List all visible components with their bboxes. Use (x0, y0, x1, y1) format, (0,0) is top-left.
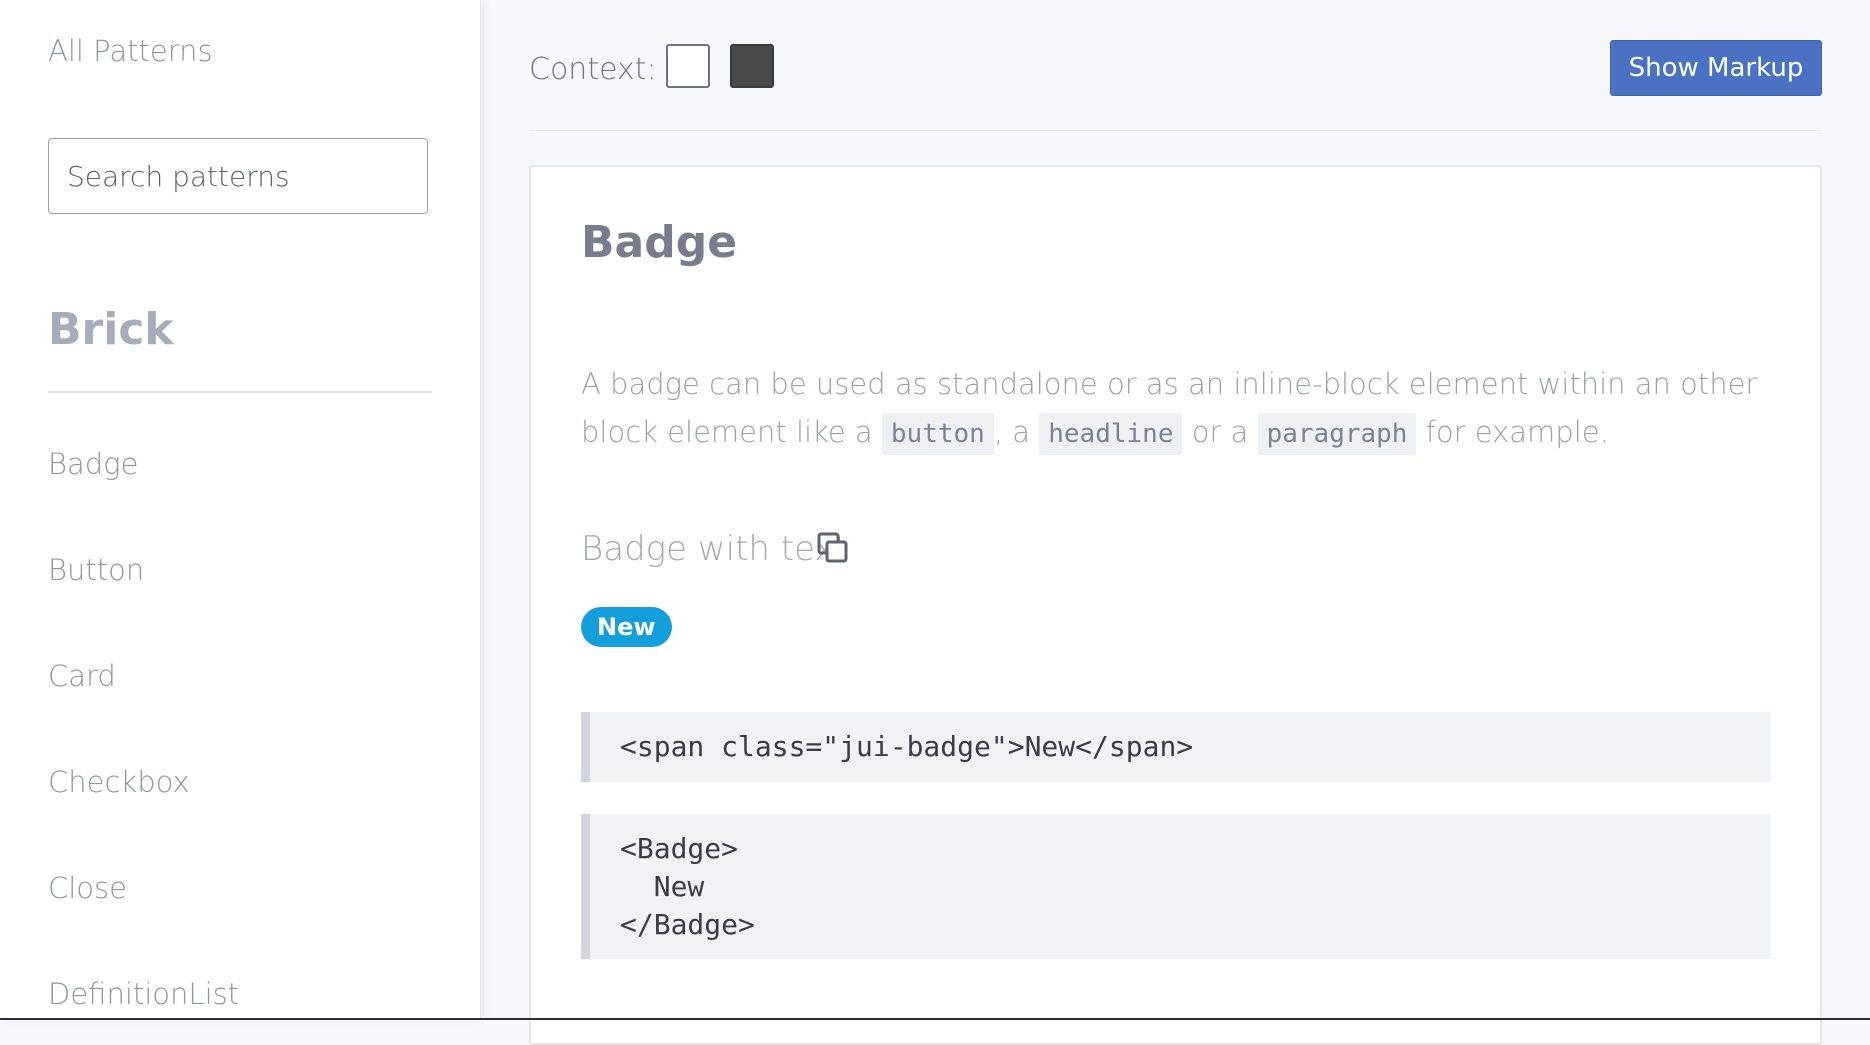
pattern-description: A badge can be used as standalone or as … (581, 360, 1791, 458)
section-title: Brick (48, 304, 174, 355)
inline-code-paragraph: paragraph (1257, 413, 1417, 455)
page-title: Badge (581, 217, 738, 268)
description-text: , a (993, 415, 1040, 449)
inline-code-headline: headline (1039, 413, 1183, 455)
context-dark-swatch[interactable] (730, 44, 774, 88)
sidebar-item-checkbox[interactable]: Checkbox (48, 758, 239, 864)
description-text: or a (1182, 415, 1258, 449)
main-content: Context: Show Markup Badge A badge can b… (481, 0, 1870, 1045)
code-block-html: <span class="jui-badge">New</span> (581, 712, 1771, 782)
all-patterns-link[interactable]: All Patterns (48, 34, 213, 68)
badge-example: New (581, 607, 672, 647)
toolbar: Context: Show Markup (529, 0, 1822, 131)
pattern-nav: Badge Button Card Checkbox Close Definit… (48, 440, 239, 1020)
search-input[interactable] (48, 138, 428, 214)
context-light-swatch[interactable] (666, 44, 710, 88)
variant-title: Badge with text (581, 529, 848, 569)
sidebar-item-badge[interactable]: Badge (48, 440, 239, 546)
inline-code-button: button (881, 413, 994, 455)
copy-icon[interactable] (816, 531, 850, 565)
sidebar-item-button[interactable]: Button (48, 546, 239, 652)
pattern-card: Badge A badge can be used as standalone … (529, 165, 1822, 1045)
sidebar: All Patterns Brick Badge Button Card Che… (0, 0, 481, 1020)
sidebar-item-card[interactable]: Card (48, 652, 239, 758)
sidebar-item-definitionlist[interactable]: DefinitionList (48, 970, 239, 1020)
section-divider (48, 391, 432, 393)
sidebar-item-close[interactable]: Close (48, 864, 239, 970)
context-label: Context: (529, 52, 657, 87)
code-block-jsx: <Badge> New </Badge> (581, 814, 1771, 959)
description-text: for example. (1416, 415, 1609, 449)
show-markup-button[interactable]: Show Markup (1610, 40, 1822, 96)
